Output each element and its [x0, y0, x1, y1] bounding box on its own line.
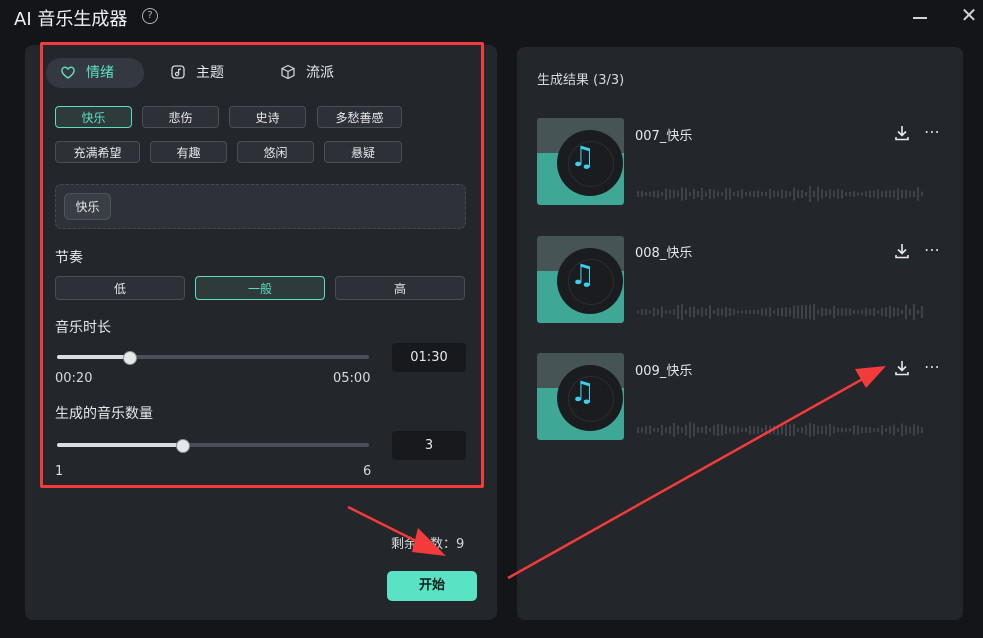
tab-label: 主题: [196, 65, 224, 81]
tab-theme[interactable]: 主题: [170, 58, 224, 88]
waveform: [637, 186, 923, 202]
duration-slider-handle[interactable]: [123, 351, 137, 365]
mood-chip-suspense[interactable]: 悬疑: [324, 141, 402, 163]
duration-max: 05:00: [333, 371, 371, 386]
tempo-low-button[interactable]: 低: [55, 276, 185, 300]
more-options-icon[interactable]: ⋯: [924, 122, 941, 141]
tab-label: 情绪: [86, 65, 114, 81]
selected-tags-box: [55, 184, 466, 229]
result-thumbnail[interactable]: ♫: [537, 236, 624, 323]
tab-genre[interactable]: 流派: [280, 58, 334, 88]
results-title: 生成结果 (3/3): [537, 73, 625, 88]
mood-chip-epic[interactable]: 史诗: [229, 106, 306, 128]
window-title: AI 音乐生成器: [14, 9, 128, 30]
count-min: 1: [55, 464, 64, 479]
selected-tag[interactable]: 快乐: [64, 193, 111, 220]
tab-label: 流派: [306, 65, 334, 81]
download-icon[interactable]: [893, 359, 911, 377]
result-thumbnail[interactable]: ♫: [537, 353, 624, 440]
mood-chip-relaxed[interactable]: 悠闲: [237, 141, 314, 163]
tempo-high-button[interactable]: 高: [335, 276, 465, 300]
cube-icon: [281, 64, 295, 79]
count-label: 生成的音乐数量: [55, 406, 153, 422]
close-button[interactable]: ✕: [960, 5, 978, 25]
more-options-icon[interactable]: ⋯: [924, 357, 941, 376]
result-name: 008_快乐: [635, 246, 693, 261]
result-name: 007_快乐: [635, 129, 693, 144]
music-note-icon: ♫: [570, 140, 596, 173]
tab-mood[interactable]: 情绪: [46, 58, 144, 88]
duration-value-field[interactable]: 01:30: [392, 343, 466, 372]
download-icon[interactable]: [893, 124, 911, 142]
mood-chip-happy[interactable]: 快乐: [55, 106, 132, 128]
mood-chip-sentimental[interactable]: 多愁善感: [317, 106, 402, 128]
music-note-icon: ♫: [570, 258, 596, 291]
mood-chip-hopeful[interactable]: 充满希望: [55, 141, 140, 163]
music-folder-icon: [171, 64, 185, 79]
duration-label: 音乐时长: [55, 320, 111, 336]
help-icon[interactable]: ?: [142, 8, 158, 24]
mood-chip-fun[interactable]: 有趣: [150, 141, 227, 163]
duration-min: 00:20: [55, 371, 93, 386]
title-bar: AI 音乐生成器 ? ✕: [0, 0, 983, 34]
count-value-field[interactable]: 3: [392, 431, 466, 460]
tempo-label: 节奏: [55, 250, 83, 266]
waveform: [637, 421, 923, 439]
waveform: [637, 303, 923, 321]
mood-chip-sad[interactable]: 悲伤: [142, 106, 219, 128]
result-name: 009_快乐: [635, 364, 693, 379]
start-button[interactable]: 开始: [387, 571, 477, 601]
remaining-count: 剩余次数：9: [391, 537, 465, 552]
duration-slider-fill: [57, 355, 129, 359]
more-options-icon[interactable]: ⋯: [924, 240, 941, 259]
count-slider-handle[interactable]: [176, 439, 190, 453]
minimize-button[interactable]: [913, 6, 929, 26]
count-max: 6: [363, 464, 372, 479]
music-note-icon: ♫: [570, 375, 596, 408]
result-thumbnail[interactable]: ♫: [537, 118, 624, 205]
heart-icon: [61, 66, 75, 79]
tempo-normal-button[interactable]: 一般: [195, 276, 325, 300]
download-icon[interactable]: [893, 242, 911, 260]
count-slider-fill: [57, 443, 182, 447]
